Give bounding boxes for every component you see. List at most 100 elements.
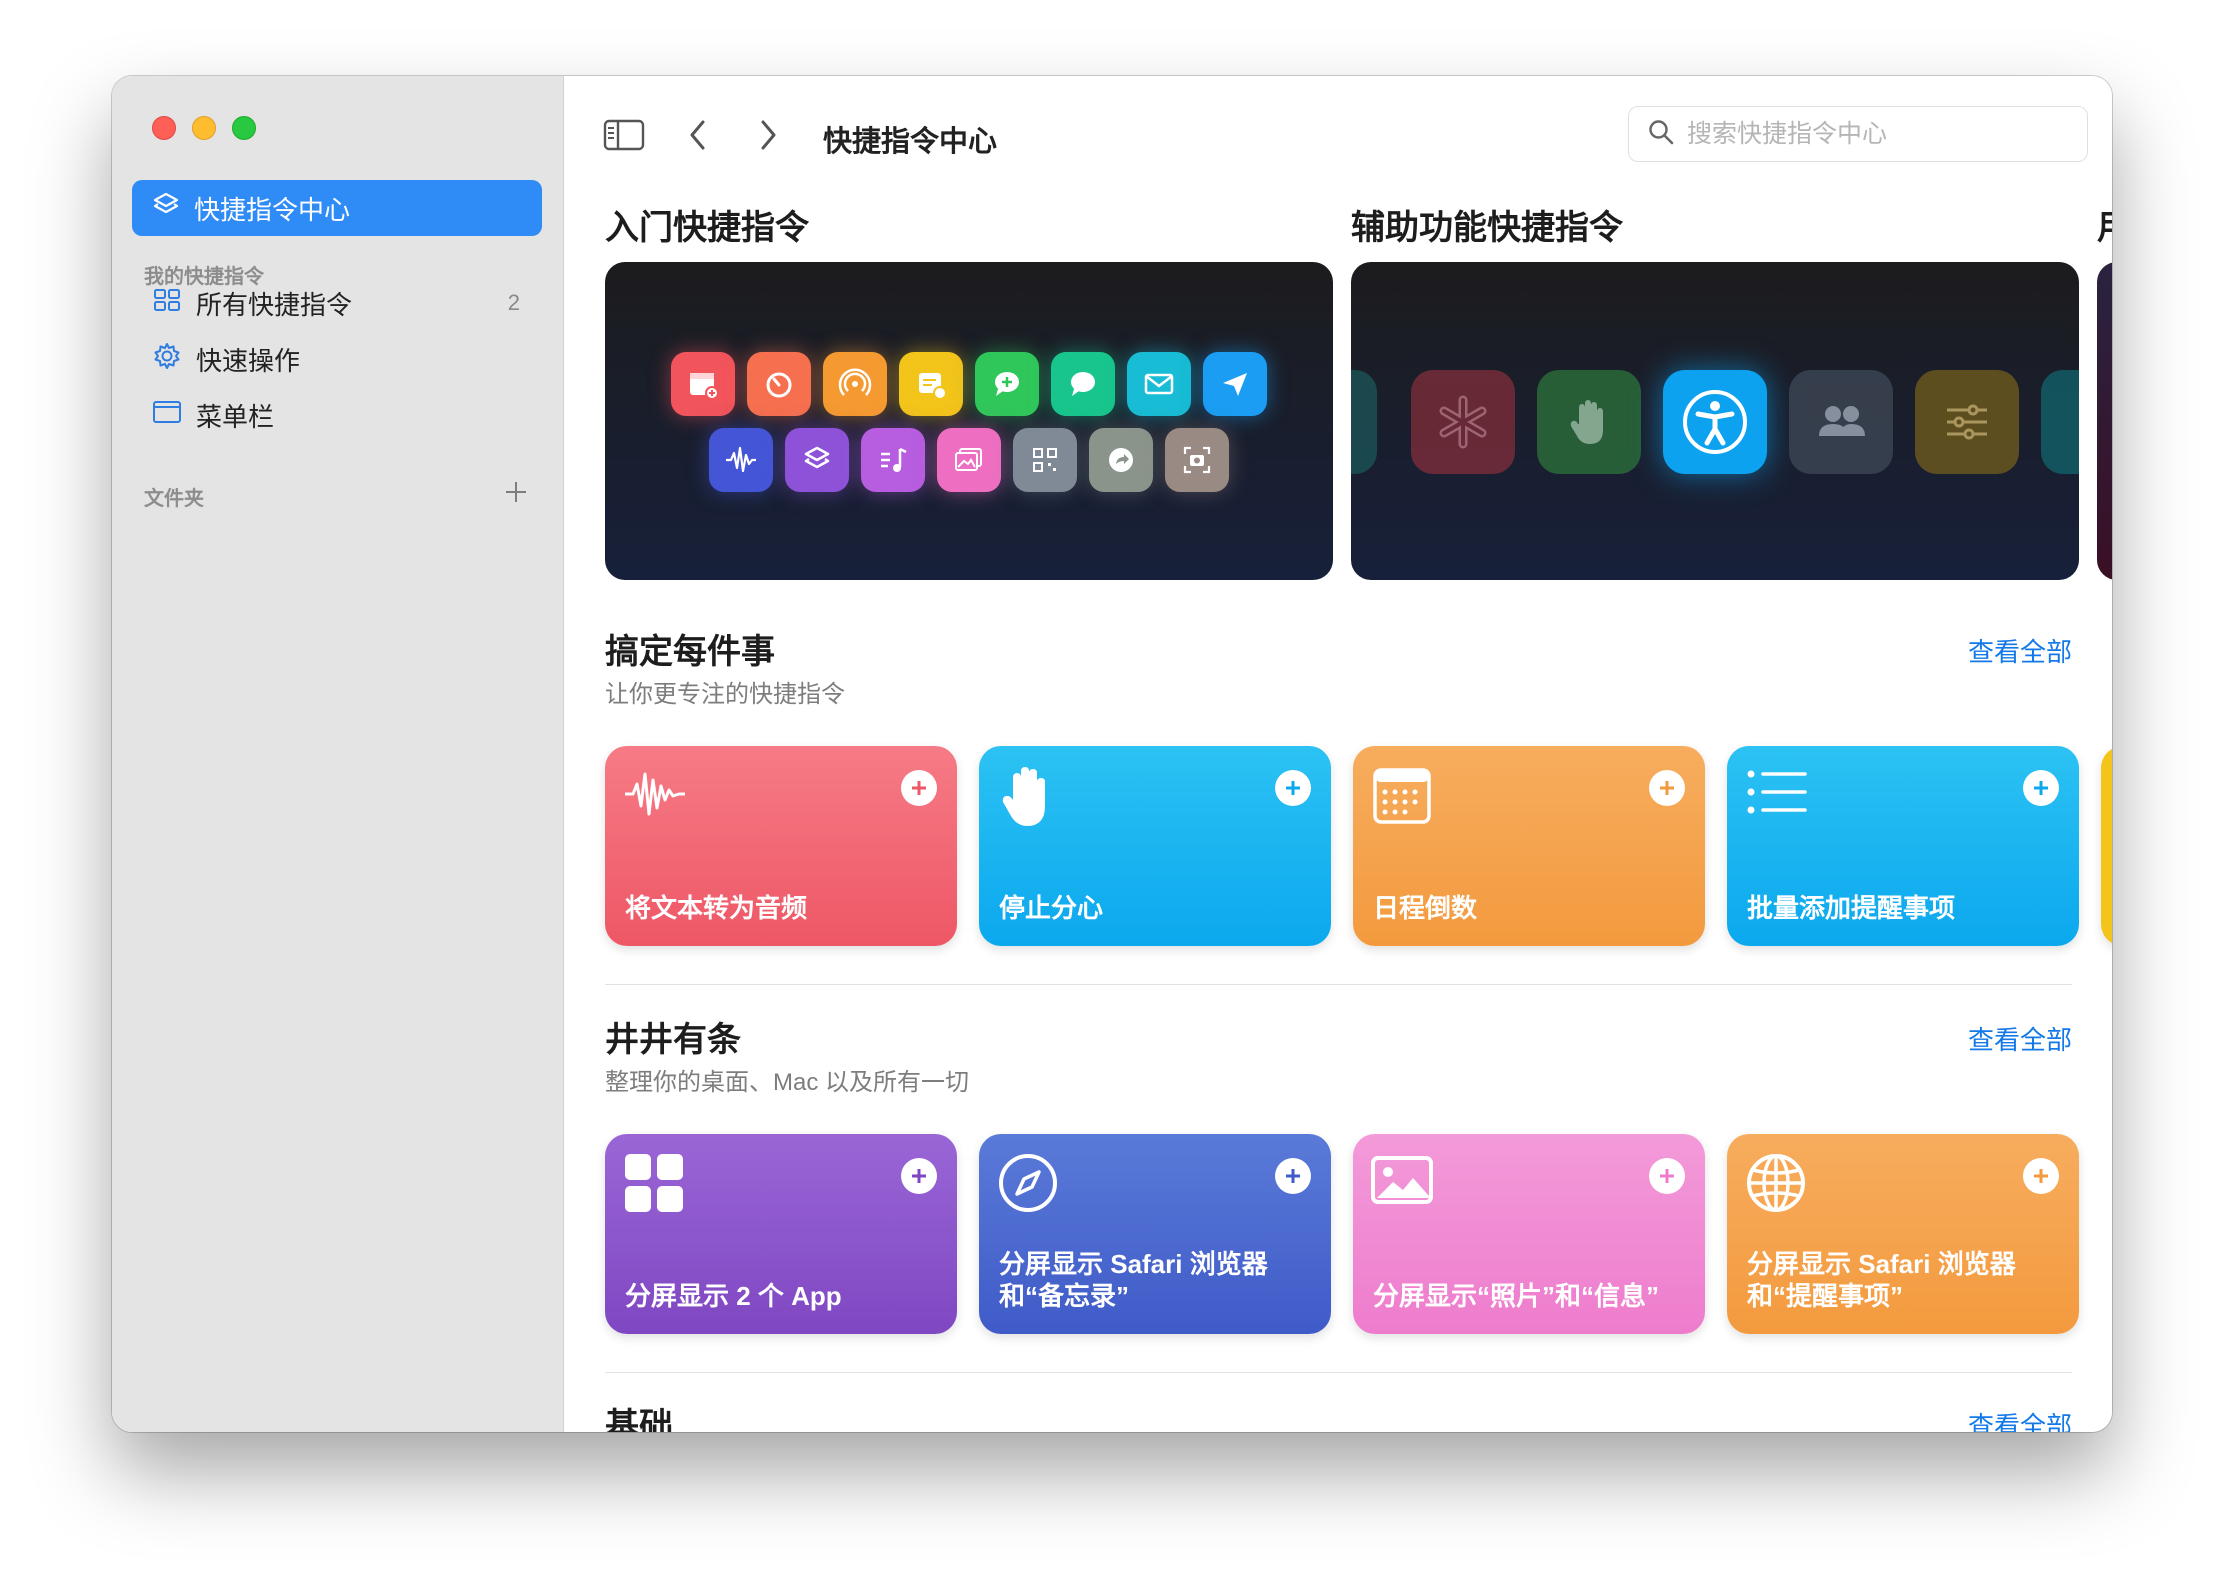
calendar-icon [1371,764,1433,831]
shortcut-card[interactable]: 停止分心 [979,746,1331,946]
main-content: 快捷指令中心 入门快捷指令 辅助功能快捷指令 用 [565,76,2112,1432]
see-all-link[interactable]: 查看全部 [1968,1020,2072,1057]
card-title: 停止分心 [999,893,1104,923]
sidebar-item-label: 菜单栏 [196,401,275,432]
airdrop-icon [823,352,887,416]
waveform-icon [709,428,773,492]
add-shortcut-button[interactable] [2023,770,2059,806]
timer-icon [747,352,811,416]
search-field[interactable] [1628,106,2088,162]
hero-card-partial[interactable] [2097,262,2112,580]
sidebar-item-gallery[interactable]: 快捷指令中心 [132,180,542,236]
toolbar: 快捷指令中心 [565,106,2112,166]
shortcuts-icon [785,428,849,492]
globe-icon [1745,1152,1807,1219]
section-header-folders: 文件夹 [144,488,204,510]
sidebar-item-label: 所有快捷指令 [196,289,353,320]
section-divider [605,1372,2072,1373]
qr-code-icon [1013,428,1077,492]
waveform-icon [623,764,687,829]
screenshot-icon [1165,428,1229,492]
menubar-icon [152,397,196,434]
list-icon [1745,764,1809,825]
calendar-add-icon [671,352,735,416]
photos-icon [937,428,1001,492]
section-subtitle: 让你更专注的快捷指令 [605,681,845,708]
note-add-icon [899,352,963,416]
hand-icon [1537,370,1641,474]
sidebar-toggle-icon[interactable] [603,118,645,157]
sidebar-item-label: 快捷指令中心 [194,194,351,225]
shortcut-count: 2 [507,290,520,315]
hero-card-starter[interactable] [605,262,1333,580]
card-title: 将文本转为音频 [625,893,808,923]
add-shortcut-button[interactable] [1275,1158,1311,1194]
search-icon [1647,118,1675,151]
hero-card-accessibility[interactable] [1351,262,2079,580]
search-input[interactable] [1687,119,2067,149]
add-shortcut-button[interactable] [1649,1158,1685,1194]
share-arrow-icon [1089,428,1153,492]
card-title: 分屏显示 Safari 浏览器和“备忘录” [999,1249,1268,1311]
section-title: 基础 [605,1407,673,1432]
grid-icon [152,285,196,322]
send-icon [1203,352,1267,416]
add-shortcut-button[interactable] [901,1158,937,1194]
close-window-button[interactable] [152,116,176,140]
shortcut-card[interactable]: 将文本转为音频 [605,746,957,946]
gear-icon [152,341,196,378]
music-list-icon [861,428,925,492]
sliders-icon [1915,370,2019,474]
accessibility-icon [1663,370,1767,474]
shortcut-card[interactable]: 批量添加提醒事项 [1727,746,2079,946]
zoom-window-button[interactable] [232,116,256,140]
section-subtitle: 整理你的桌面、Mac 以及所有一切 [605,1069,970,1096]
hand-icon [997,764,1057,835]
stack-icon [152,191,194,226]
shortcut-card[interactable]: 分屏显示 Safari 浏览器和“提醒事项” [1727,1134,2079,1334]
section-divider [605,984,2072,985]
shortcut-card[interactable]: 分屏显示“照片”和“信息” [1353,1134,1705,1334]
hero-title-accessibility: 辅助功能快捷指令 [1351,209,1623,247]
see-all-link[interactable]: 查看全部 [1968,1406,2072,1432]
partial-icon-right [2041,370,2079,474]
add-shortcut-button[interactable] [2023,1158,2059,1194]
medical-icon [1411,370,1515,474]
card-title: 分屏显示 Safari 浏览器和“提醒事项” [1747,1249,2016,1311]
section-title: 井井有条 [605,1021,741,1059]
chevron-left-icon[interactable] [687,118,709,157]
sidebar-item-label: 快速操作 [196,345,301,376]
shortcut-card[interactable]: 分屏显示 2 个 App [605,1134,957,1334]
add-shortcut-button[interactable] [901,770,937,806]
traffic-lights [152,116,256,140]
shortcut-card[interactable]: 日程倒数 [1353,746,1705,946]
add-folder-icon[interactable] [504,480,528,504]
hero-title-starter: 入门快捷指令 [605,209,809,247]
shortcut-card[interactable]: 分屏显示 Safari 浏览器和“备忘录” [979,1134,1331,1334]
compass-icon [997,1152,1059,1219]
add-shortcut-button[interactable] [1649,770,1685,806]
sidebar-item-all-shortcuts[interactable]: 所有快捷指令 2 [132,278,542,328]
minimize-window-button[interactable] [192,116,216,140]
sidebar: 快捷指令中心 我的快捷指令 所有快捷指令 2 快速操作 菜单栏 文件夹 [112,76,564,1432]
shortcuts-window: 快捷指令中心 我的快捷指令 所有快捷指令 2 快速操作 菜单栏 文件夹 快捷指令… [112,76,2112,1432]
card-title: 日程倒数 [1373,893,1478,923]
card-title: 分屏显示“照片”和“信息” [1373,1281,1660,1311]
sidebar-item-menu-bar[interactable]: 菜单栏 [132,390,542,440]
see-all-link[interactable]: 查看全部 [1968,632,2072,669]
card-title: 批量添加提醒事项 [1747,893,1956,923]
mail-icon [1127,352,1191,416]
chevron-right-icon[interactable] [757,118,779,157]
apps-grid-icon [623,1152,685,1219]
photo-icon [1371,1152,1435,1213]
sidebar-item-quick-actions[interactable]: 快速操作 [132,334,542,384]
shortcut-card-partial[interactable] [2101,746,2112,946]
page-title: 快捷指令中心 [823,126,998,158]
section-title: 搞定每件事 [605,633,775,671]
message-add-icon [975,352,1039,416]
partial-icon [1351,370,1377,474]
add-shortcut-button[interactable] [1275,770,1311,806]
message-icon [1051,352,1115,416]
hero-title-partial: 用 [2097,200,2112,249]
card-title: 分屏显示 2 个 App [625,1281,842,1311]
